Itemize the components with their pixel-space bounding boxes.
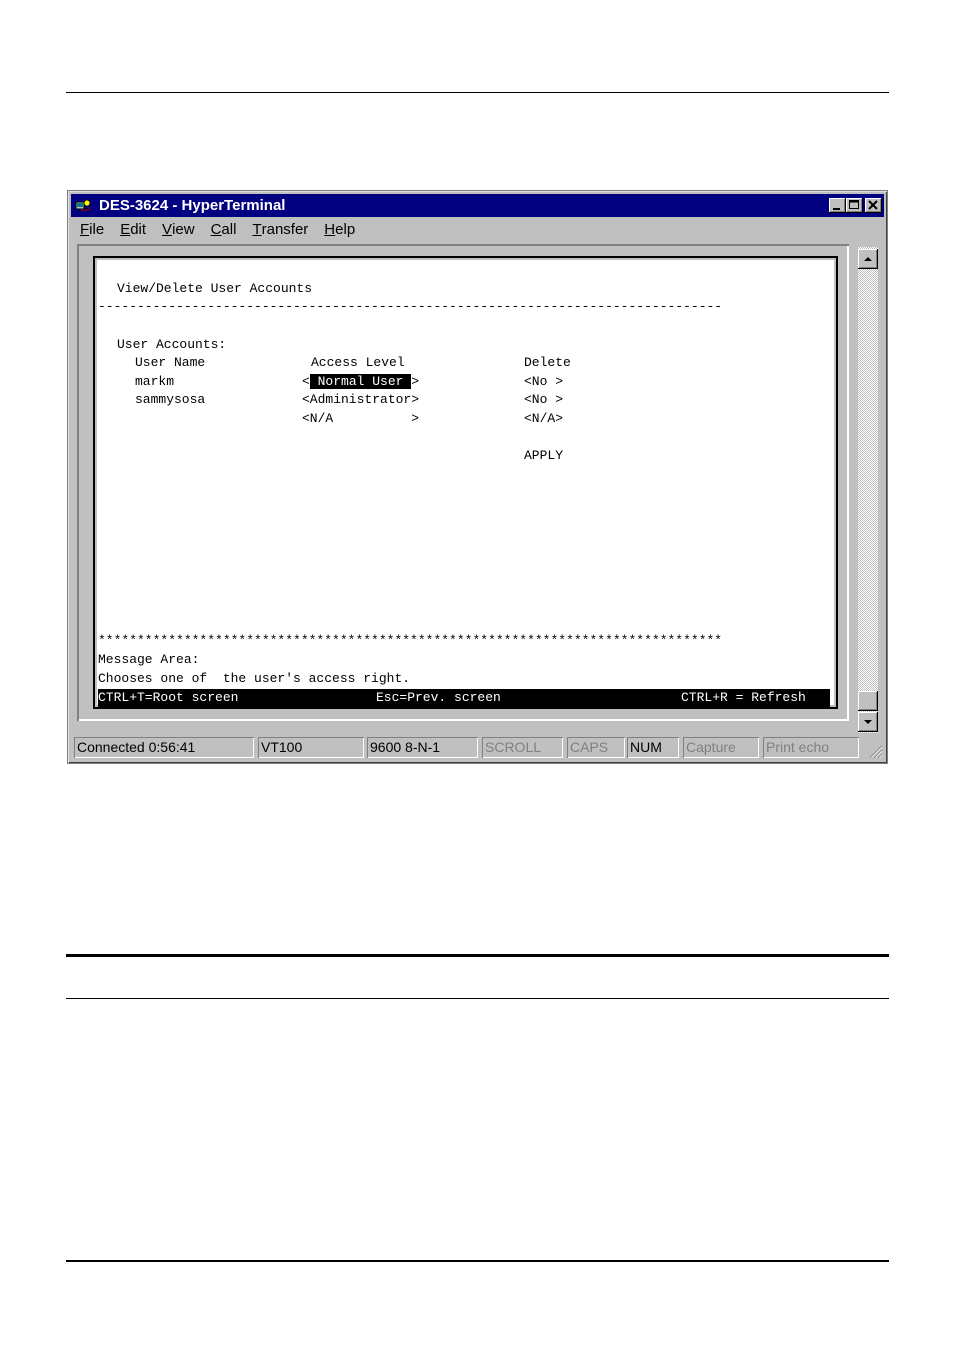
title-bar[interactable]: DES-3624 - HyperTerminal bbox=[71, 194, 884, 217]
section-label: User Accounts: bbox=[117, 337, 227, 352]
menu-help[interactable]: Help bbox=[324, 221, 355, 238]
status-caps: CAPS bbox=[567, 737, 625, 758]
terminal-screen[interactable]: View/Delete User Accounts --------------… bbox=[93, 256, 838, 709]
menu-bar: File Edit View Call Transfer Help bbox=[72, 221, 363, 243]
page-bottom-rule bbox=[66, 1260, 889, 1262]
menu-file[interactable]: File bbox=[80, 221, 104, 238]
status-num: NUM bbox=[627, 737, 679, 758]
delete-field[interactable]: <No > bbox=[524, 391, 563, 409]
delete-field[interactable]: <No > bbox=[524, 373, 563, 391]
close-button[interactable] bbox=[865, 198, 882, 213]
menu-view[interactable]: View bbox=[162, 221, 195, 238]
terminal-client-area: View/Delete User Accounts --------------… bbox=[77, 244, 849, 721]
column-delete: Delete bbox=[524, 355, 571, 370]
hyperterminal-window: DES-3624 - HyperTerminal File Edit View Cal… bbox=[67, 190, 888, 764]
message-area-text: Chooses one of the user's access right. bbox=[98, 671, 411, 686]
minimize-icon bbox=[833, 208, 840, 210]
table-top-rule bbox=[66, 954, 889, 957]
minimize-button[interactable] bbox=[829, 198, 846, 213]
access-level-field[interactable]: < Normal User > bbox=[302, 373, 419, 391]
scroll-up-button[interactable] bbox=[858, 249, 878, 269]
access-level-field[interactable]: <Administrator> bbox=[302, 391, 419, 409]
delete-field[interactable]: <N/A> bbox=[524, 410, 563, 428]
close-icon bbox=[868, 200, 878, 210]
vertical-scrollbar[interactable] bbox=[858, 247, 878, 733]
user-name-cell: sammysosa bbox=[135, 392, 206, 407]
hyperterminal-app-icon bbox=[75, 199, 91, 211]
maximize-button[interactable] bbox=[846, 198, 863, 213]
status-port-settings: 9600 8-N-1 bbox=[367, 737, 478, 758]
user-name-cell: markm bbox=[135, 374, 175, 389]
maximize-icon bbox=[849, 200, 859, 209]
arrow-up-icon bbox=[864, 257, 872, 261]
apply-button[interactable]: APPLY bbox=[524, 447, 563, 465]
column-user-name: User Name bbox=[135, 355, 206, 370]
status-bar: Connected 0:56:41 VT100 9600 8-N-1 SCROL… bbox=[72, 737, 883, 759]
star-separator: ****************************************… bbox=[98, 633, 723, 648]
table-header-rule bbox=[66, 998, 889, 999]
message-area-label: Message Area: bbox=[98, 652, 200, 667]
status-connected: Connected 0:56:41 bbox=[74, 737, 254, 758]
footer-root-screen: CTRL+T=Root screen bbox=[98, 690, 239, 705]
column-access-level: Access Level bbox=[311, 355, 405, 370]
dash-separator: ----------------------------------------… bbox=[98, 299, 723, 314]
screen-title: View/Delete User Accounts bbox=[117, 281, 313, 296]
resize-grip-icon[interactable] bbox=[867, 743, 883, 759]
status-capture: Capture bbox=[683, 737, 759, 758]
menu-call[interactable]: Call bbox=[211, 221, 237, 238]
footer-prev-screen: Esc=Prev. screen bbox=[376, 690, 501, 705]
status-print-echo: Print echo bbox=[763, 737, 859, 758]
footer-refresh: CTRL+R = Refresh bbox=[681, 690, 806, 705]
window-title: DES-3624 - HyperTerminal bbox=[99, 197, 286, 214]
menu-edit[interactable]: Edit bbox=[120, 221, 146, 238]
access-level-selected[interactable]: Normal User bbox=[309, 374, 412, 389]
terminal-footer-bar: CTRL+T=Root screen Esc=Prev. screen CTRL… bbox=[98, 689, 830, 707]
scroll-down-button[interactable] bbox=[858, 712, 878, 732]
arrow-down-icon bbox=[864, 720, 872, 724]
page-top-rule bbox=[66, 92, 889, 93]
menu-transfer[interactable]: Transfer bbox=[252, 221, 308, 238]
status-scroll: SCROLL bbox=[482, 737, 563, 758]
status-emulation: VT100 bbox=[258, 737, 364, 758]
scroll-thumb[interactable] bbox=[858, 691, 878, 711]
access-level-field[interactable]: <N/A > bbox=[302, 410, 419, 428]
